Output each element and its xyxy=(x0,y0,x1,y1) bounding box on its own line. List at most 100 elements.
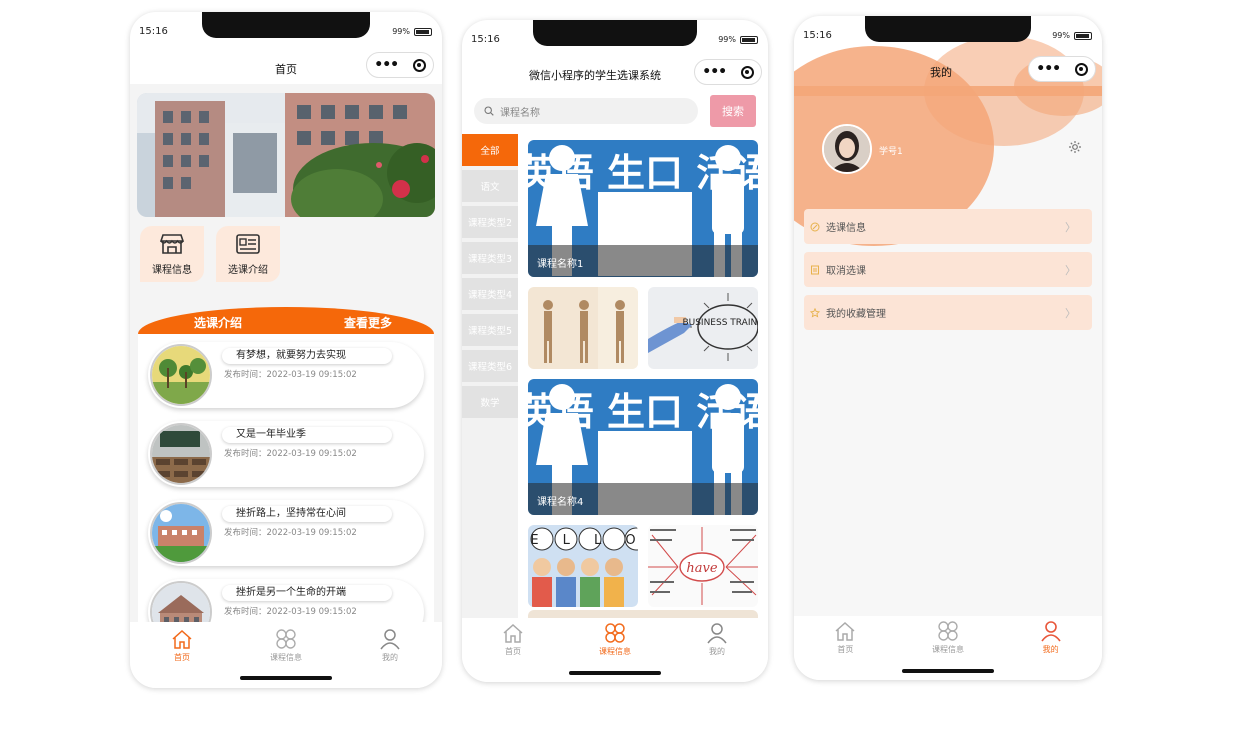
camera-notch xyxy=(865,16,1031,42)
news-time: 发布时间：2022-03-19 09:15:02 xyxy=(224,449,357,459)
id-card-icon xyxy=(236,233,260,254)
course-card[interactable]: 英语 生口 活语 课程名称1 xyxy=(528,140,758,277)
category-item-type4[interactable]: 课程类型4 xyxy=(462,278,518,310)
course-caption: 课程名称4 xyxy=(528,483,758,515)
home-indicator xyxy=(240,676,332,680)
clover-icon xyxy=(276,629,296,649)
home-icon xyxy=(503,623,523,643)
category-item-type2[interactable]: 课程类型2 xyxy=(462,206,518,238)
phone-home-screen: 15:16 99% 首页 ••• 课程信息 选课介绍 选课介绍 查看更多 有梦想… xyxy=(130,12,442,688)
card-art-text: 英语 生口 活语 xyxy=(528,390,758,434)
news-title: 又是一年毕业季 xyxy=(222,427,392,443)
more-icon[interactable]: ••• xyxy=(1036,61,1061,77)
star-icon xyxy=(810,307,820,318)
menu-label: 我的收藏管理 xyxy=(826,309,886,320)
tab-label: 首页 xyxy=(174,653,190,662)
search-placeholder: 课程名称 xyxy=(500,107,540,119)
user-icon xyxy=(707,623,727,644)
quick-entry-label: 课程信息 xyxy=(152,264,192,276)
close-miniprogram-icon[interactable] xyxy=(412,58,426,72)
phone-course-screen: 15:16 99% 微信小程序的学生选课系统 ••• 课程名称 搜索 全部 语文… xyxy=(462,20,768,682)
category-item-math[interactable]: 数学 xyxy=(462,386,518,418)
category-item-type5[interactable]: 课程类型5 xyxy=(462,314,518,346)
camera-notch xyxy=(202,12,370,38)
course-image: BUSINESS TRAINING xyxy=(648,287,758,369)
course-caption: 课程名称1 xyxy=(528,245,758,277)
tab-home[interactable]: 首页 xyxy=(473,622,553,682)
course-image: have xyxy=(648,525,758,607)
card-art-text: have xyxy=(686,561,717,576)
news-title: 挫折是另一个生命的开端 xyxy=(222,585,392,601)
home-icon xyxy=(835,621,855,641)
menu-label: 取消选课 xyxy=(826,266,866,277)
settings-gear-icon[interactable] xyxy=(1068,140,1082,154)
shop-icon xyxy=(160,233,184,254)
course-card[interactable]: BUSINESS TRAINING xyxy=(648,287,758,369)
course-image: E L L O xyxy=(528,525,638,607)
category-item-type6[interactable]: 课程类型6 xyxy=(462,350,518,382)
close-miniprogram-icon[interactable] xyxy=(740,65,754,79)
course-card[interactable]: E L L O xyxy=(528,525,638,607)
course-image xyxy=(528,287,638,369)
banner-image[interactable] xyxy=(137,93,435,217)
status-time: 15:16 xyxy=(803,30,832,41)
tab-mine[interactable]: 我的 xyxy=(1011,620,1091,680)
course-card[interactable]: 英语 生口 活语 课程名称4 xyxy=(528,379,758,515)
view-more-link[interactable]: 查看更多 xyxy=(344,314,392,331)
news-item[interactable]: 挫折路上，坚持常在心间 发布时间：2022-03-19 09:15:02 xyxy=(148,500,424,566)
battery-icon xyxy=(414,27,432,36)
news-thumbnail xyxy=(150,423,212,485)
status-battery: 99% xyxy=(392,27,432,36)
news-list: 有梦想，就要努力去实现 发布时间：2022-03-19 09:15:02 又是一… xyxy=(138,334,434,634)
chevron-right-icon: 〉 xyxy=(1065,306,1076,320)
menu-item-favorites[interactable]: 我的收藏管理 〉 xyxy=(804,295,1092,330)
tab-label: 课程信息 xyxy=(931,645,964,654)
quick-entry-course-intro[interactable]: 选课介绍 xyxy=(216,226,280,282)
header-strip xyxy=(794,86,1102,96)
status-battery: 99% xyxy=(718,35,758,44)
news-time: 发布时间：2022-03-19 09:15:02 xyxy=(224,607,357,617)
home-icon xyxy=(172,629,192,649)
quick-entry-course-info[interactable]: 课程信息 xyxy=(140,226,204,282)
search-input[interactable]: 课程名称 xyxy=(474,98,698,124)
avatar[interactable] xyxy=(822,124,872,174)
news-thumbnail xyxy=(150,344,212,406)
battery-icon xyxy=(1074,31,1092,40)
more-icon[interactable]: ••• xyxy=(702,64,727,80)
category-item-chinese[interactable]: 语文 xyxy=(462,170,518,202)
menu-item-cancel-course[interactable]: 取消选课 〉 xyxy=(804,252,1092,287)
battery-percent: 99% xyxy=(718,35,736,44)
tab-home[interactable]: 首页 xyxy=(142,628,222,688)
edit-icon xyxy=(810,222,820,231)
card-art-text: E L L O xyxy=(530,533,638,548)
close-miniprogram-icon[interactable] xyxy=(1074,62,1088,76)
category-item-type3[interactable]: 课程类型3 xyxy=(462,242,518,274)
battery-percent: 99% xyxy=(392,27,410,36)
tab-mine[interactable]: 我的 xyxy=(677,622,757,682)
menu-item-selected-courses[interactable]: 选课信息 〉 xyxy=(804,209,1092,244)
news-item[interactable]: 有梦想，就要努力去实现 发布时间：2022-03-19 09:15:02 xyxy=(148,342,424,408)
tab-mine[interactable]: 我的 xyxy=(350,628,430,688)
status-time: 15:16 xyxy=(139,26,168,37)
battery-icon xyxy=(740,35,758,44)
news-time: 发布时间：2022-03-19 09:15:02 xyxy=(224,528,357,538)
news-item[interactable]: 又是一年毕业季 发布时间：2022-03-19 09:15:02 xyxy=(148,421,424,487)
news-time: 发布时间：2022-03-19 09:15:02 xyxy=(224,370,357,380)
more-icon[interactable]: ••• xyxy=(374,57,399,73)
miniprogram-capsule: ••• xyxy=(1028,56,1096,82)
user-icon xyxy=(1041,621,1061,642)
search-button[interactable]: 搜索 xyxy=(710,95,756,127)
news-title: 挫折路上，坚持常在心间 xyxy=(222,506,392,522)
section-title: 选课介绍 xyxy=(194,315,243,330)
tab-label: 课程信息 xyxy=(270,653,302,662)
tab-home[interactable]: 首页 xyxy=(805,620,885,680)
course-card[interactable] xyxy=(528,287,638,369)
status-time: 15:16 xyxy=(471,34,500,45)
user-icon xyxy=(380,629,400,650)
tab-label: 课程信息 xyxy=(599,647,631,656)
clover-icon xyxy=(938,621,958,641)
category-item-all[interactable]: 全部 xyxy=(462,134,518,166)
course-card[interactable]: have xyxy=(648,525,758,607)
chevron-right-icon: 〉 xyxy=(1065,220,1076,234)
news-thumbnail xyxy=(150,502,212,564)
